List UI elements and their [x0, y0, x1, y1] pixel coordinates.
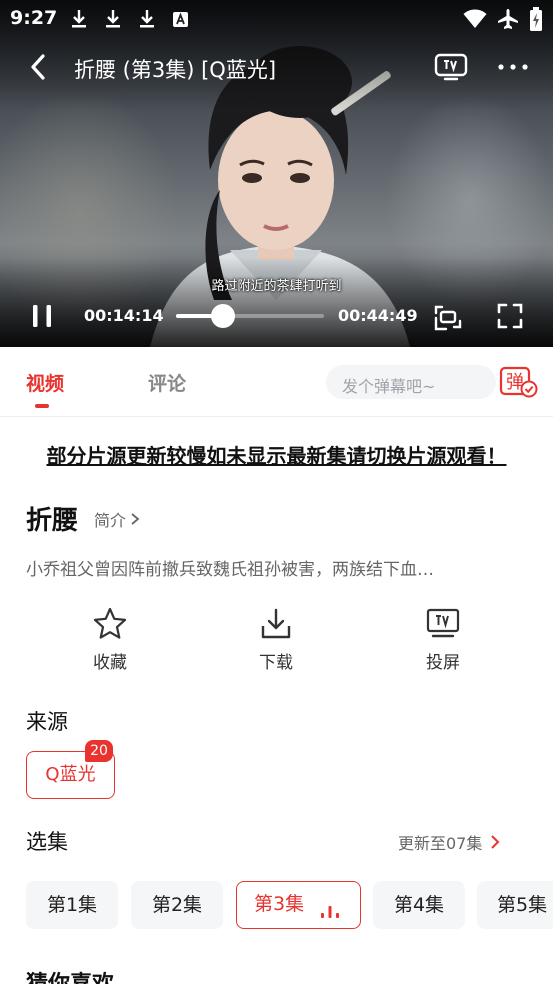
episode-label: 第3集: [254, 893, 305, 915]
status-bar: 9:27: [0, 0, 553, 38]
rotate-icon[interactable]: [432, 301, 464, 333]
chevron-right-icon: [131, 513, 140, 525]
episode-label: 第1集: [46, 894, 98, 916]
episode-label: 第4集: [393, 894, 445, 916]
battery-charging-icon: [530, 7, 542, 31]
airplane-icon: [498, 9, 518, 29]
more-icon[interactable]: [494, 54, 532, 80]
player-title-bar: 折腰 (第3集) [Q蓝光]: [0, 44, 553, 90]
episode-item[interactable]: 第2集: [131, 881, 223, 929]
episode-item-active[interactable]: 第3集: [236, 881, 361, 929]
player-controls: 00:14:14 00:44:49: [0, 296, 553, 336]
video-player[interactable]: 9:27 折腰 (第3集) [Q蓝光] 路过附近的茶肆打听到 00:14:14 …: [0, 0, 553, 347]
back-icon[interactable]: [24, 52, 54, 82]
progress-bar[interactable]: [176, 314, 324, 318]
favorite-button[interactable]: 收藏: [60, 606, 160, 676]
episode-label: 第5集: [497, 894, 548, 916]
chevron-right-icon: [491, 835, 500, 849]
source-notice: 部分片源更新较慢如未显示最新集请切换片源观看！: [46, 444, 507, 468]
cast-button[interactable]: 投屏: [393, 606, 493, 676]
fullscreen-icon[interactable]: [496, 302, 524, 330]
text-a-icon: [173, 12, 188, 27]
show-title: 折腰: [26, 506, 79, 536]
download-button[interactable]: 下载: [226, 606, 326, 676]
source-title: 来源: [26, 710, 68, 734]
tab-video[interactable]: 视频: [26, 369, 64, 396]
tv-icon[interactable]: [434, 52, 468, 82]
tab-indicator: [35, 404, 49, 408]
wifi-icon: [463, 9, 487, 28]
tv-icon: [426, 608, 460, 638]
video-subtitle: 路过附近的茶肆打听到: [211, 279, 342, 294]
episode-item[interactable]: 第4集: [373, 881, 465, 929]
tab-bar: 视频 评论 发个弹幕吧~ 弹: [0, 347, 553, 417]
danmu-placeholder: 发个弹幕吧~: [342, 377, 436, 396]
episode-label: 第2集: [151, 894, 203, 916]
episodes-title: 选集: [26, 830, 68, 854]
pause-icon[interactable]: [28, 302, 56, 330]
danmu-toggle-icon[interactable]: 弹: [499, 365, 539, 399]
recommend-title: 猜你喜欢: [26, 966, 114, 984]
progress-thumb[interactable]: [211, 304, 236, 328]
episode-item[interactable]: 第5集: [477, 881, 553, 929]
star-icon: [93, 607, 127, 639]
show-synopsis: 小乔祖父曾因阵前撤兵致魏氏祖孙被害，两族结下血…: [26, 560, 434, 580]
video-title: 折腰 (第3集) [Q蓝光]: [74, 58, 277, 82]
status-time: 9:27: [10, 7, 58, 29]
episode-item[interactable]: 第1集: [26, 881, 118, 929]
tab-comment[interactable]: 评论: [148, 369, 186, 396]
danmu-input[interactable]: 发个弹幕吧~: [326, 365, 496, 399]
download-icon: [106, 10, 120, 28]
duration-time: 00:44:49: [338, 306, 418, 325]
intro-link-label: 简介: [94, 511, 127, 530]
episodes-update-text: 更新至07集: [398, 834, 483, 853]
favorite-label: 收藏: [93, 653, 127, 673]
source-count-badge: 20: [85, 740, 113, 762]
intro-link[interactable]: 简介: [94, 507, 140, 531]
download-icon: [72, 10, 86, 28]
cast-label: 投屏: [426, 653, 460, 673]
current-time: 00:14:14: [84, 306, 164, 325]
episodes-update-link[interactable]: 更新至07集: [398, 830, 500, 854]
download-icon: [140, 10, 154, 28]
download-icon: [261, 608, 291, 639]
download-label: 下载: [259, 653, 293, 673]
now-playing-icon: [321, 906, 339, 918]
